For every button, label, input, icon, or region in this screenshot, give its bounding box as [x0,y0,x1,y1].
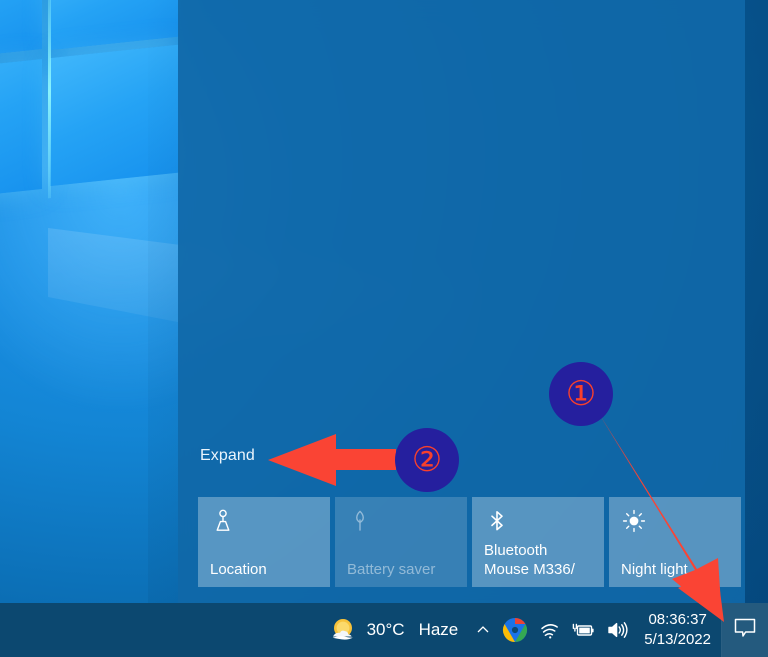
weather-text: 30°C Haze [367,620,459,640]
quick-action-night-light[interactable]: Night light [609,497,741,587]
taskbar-clock[interactable]: 08:36:37 5/13/2022 [634,603,721,657]
battery-saver-leaf-icon [347,508,373,534]
action-center-taskbar-button[interactable] [722,603,768,657]
bluetooth-icon [484,508,510,534]
wifi-icon[interactable] [532,603,566,657]
weather-condition: Haze [418,620,459,639]
quick-actions-grid: Location Battery saver Bluetooth Mouse M… [198,497,741,587]
show-hidden-icons-chevron-up-icon[interactable] [468,603,498,657]
chrome-icon[interactable] [498,603,532,657]
weather-temperature: 30°C [366,620,405,639]
quick-action-label: Battery saver [347,561,436,578]
logo-center-edge [48,0,51,199]
speaker-volume-icon[interactable] [600,603,634,657]
clock-date: 5/13/2022 [644,631,711,648]
quick-action-label: Bluetooth Mouse M336/ [484,542,575,578]
expand-link[interactable]: Expand [200,447,255,465]
screen: Expand Location Battery saver Bluetooth … [0,0,768,657]
brightness-sun-icon [621,508,647,534]
logo-pane-bottom-left [0,58,42,206]
quick-action-battery-saver[interactable]: Battery saver [335,497,467,587]
quick-action-location[interactable]: Location [198,497,330,587]
location-pin-icon [210,508,236,534]
clock-time: 08:36:37 [648,611,707,628]
sun-behind-cloud-icon [328,615,358,645]
action-center-panel: Expand Location Battery saver Bluetooth … [178,0,745,603]
quick-action-label: Night light [621,561,688,578]
taskbar: 30°C Haze 08:36:37 5/13/2022 [0,603,768,657]
battery-charging-icon[interactable] [566,603,600,657]
system-tray [498,603,634,657]
taskbar-weather-widget[interactable]: 30°C Haze [328,603,469,657]
notifications-area [178,0,745,430]
quick-action-label: Location [210,561,267,578]
quick-action-bluetooth[interactable]: Bluetooth Mouse M336/ [472,497,604,587]
speech-bubble-icon [732,616,758,645]
logo-pane-top-left [0,0,42,66]
